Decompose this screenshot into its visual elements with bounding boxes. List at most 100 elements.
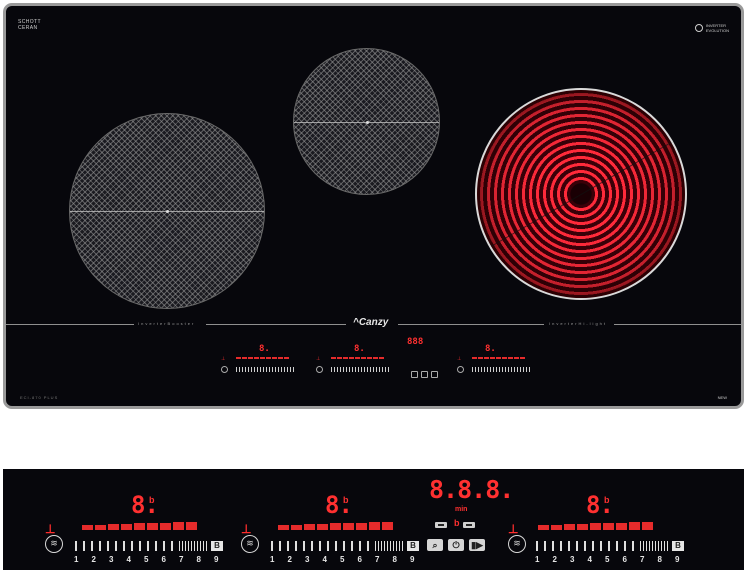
- slider-tick: [367, 541, 369, 551]
- slider-tick: [351, 541, 353, 551]
- slider-tick: [115, 541, 117, 551]
- power-scale-numbers: 1 2 3 4 5 6 7 8 9: [74, 555, 232, 564]
- burner-icon[interactable]: ≋: [241, 535, 259, 553]
- power-level-bar: [108, 524, 119, 530]
- burner-icon[interactable]: [221, 366, 228, 373]
- slider-tick: [624, 541, 626, 551]
- scale-number: 9: [410, 555, 415, 564]
- slider-tick: [99, 541, 101, 551]
- cooktop: SCHOTT CERAN INVERTER EVOLUTION Inverter…: [3, 3, 744, 409]
- slider-tick: [287, 541, 289, 551]
- slider-tick: [600, 541, 602, 551]
- slider-tick: [536, 541, 538, 551]
- boost-box[interactable]: B: [211, 541, 223, 551]
- slider-tick: [335, 541, 337, 551]
- zone-control-1: ⊥ 8. b ≋ B 123456789: [45, 469, 245, 570]
- power-level-bar: [291, 525, 302, 530]
- slider-dense-ticks: [179, 541, 209, 551]
- scale-number: 4: [126, 555, 131, 564]
- mini-power-slider[interactable]: [331, 367, 389, 372]
- scale-number: 7: [375, 555, 380, 564]
- mini-power-bars: [331, 357, 384, 359]
- scale-number: 5: [144, 555, 149, 564]
- mini-power-slider[interactable]: [236, 367, 294, 372]
- scale-number: 2: [552, 555, 557, 564]
- search-icon[interactable]: [411, 371, 418, 378]
- power-button[interactable]: ⏻: [448, 539, 464, 551]
- scale-number: 2: [91, 555, 96, 564]
- power-slider[interactable]: B: [271, 541, 419, 551]
- scale-number: 8: [392, 555, 397, 564]
- timer-plus-button[interactable]: [463, 522, 475, 528]
- pause-button[interactable]: ▮▶: [469, 539, 485, 551]
- control-panel-closeup: ⊥ 8. b ≋ B 123456789 ⊥ 8. b ≋ B 12345678…: [3, 469, 744, 570]
- power-level-bar: [121, 524, 132, 530]
- slider-tick: [552, 541, 554, 551]
- boost-box[interactable]: B: [672, 541, 684, 551]
- power-level-bar: [564, 524, 575, 530]
- boost-box[interactable]: B: [407, 541, 419, 551]
- power-level-bar: [134, 523, 145, 530]
- slider-tick: [319, 541, 321, 551]
- power-level-bar: [577, 524, 588, 530]
- burner-icon[interactable]: [316, 366, 323, 373]
- child-lock-icon[interactable]: ⊥: [241, 522, 251, 536]
- slider-dense-ticks: [375, 541, 405, 551]
- power-level-bars: [278, 522, 393, 530]
- burner-icon[interactable]: ≋: [45, 535, 63, 553]
- slider-tick: [592, 541, 594, 551]
- timer-minus-button[interactable]: [435, 522, 447, 528]
- left-section-label: InverterBooster: [138, 321, 196, 326]
- child-lock-icon[interactable]: ⊥: [45, 522, 55, 536]
- radiant-zone-right-heating: [475, 88, 687, 300]
- slider-tick: [75, 541, 77, 551]
- power-level-bar: [343, 523, 354, 530]
- slider-tick: [131, 541, 133, 551]
- power-slider[interactable]: B: [536, 541, 684, 551]
- induction-zone-left: [69, 113, 265, 309]
- scale-number: 9: [675, 555, 680, 564]
- slider-tick: [279, 541, 281, 551]
- canzy-logo: ^Canzy: [353, 317, 389, 328]
- power-slider[interactable]: B: [75, 541, 223, 551]
- pause-play-icon[interactable]: [431, 371, 438, 378]
- scale-number: 3: [305, 555, 310, 564]
- power-level-bar: [317, 524, 328, 530]
- search-icon: ⌕: [432, 540, 438, 550]
- search-button[interactable]: ⌕: [427, 539, 443, 551]
- slider-tick: [568, 541, 570, 551]
- slider-tick: [584, 541, 586, 551]
- power-level-bar: [160, 523, 171, 530]
- slider-tick: [163, 541, 165, 551]
- slider-tick: [107, 541, 109, 551]
- child-lock-icon[interactable]: ⊥: [508, 522, 518, 536]
- zone-center-dot: [166, 210, 169, 213]
- scale-number: 6: [622, 555, 627, 564]
- scale-number: 1: [535, 555, 540, 564]
- slider-tick: [359, 541, 361, 551]
- schott-ceran-logo: SCHOTT CERAN: [18, 19, 41, 31]
- mini-power-slider[interactable]: [472, 367, 530, 372]
- slider-tick: [147, 541, 149, 551]
- induction-zone-middle: [293, 48, 440, 195]
- slider-tick: [139, 541, 141, 551]
- power-level-bar: [369, 522, 380, 530]
- divider-line: [6, 324, 134, 325]
- scale-number: 5: [340, 555, 345, 564]
- timer-boost-indicator: b: [454, 518, 460, 528]
- inverter-ring-icon: [694, 24, 703, 32]
- mini-power-bars: [236, 357, 289, 359]
- burner-icon[interactable]: [457, 366, 464, 373]
- lock-icon: ⊥: [316, 356, 321, 362]
- mini-zone-digit: 8.: [259, 344, 270, 354]
- slider-tick: [91, 541, 93, 551]
- inverter-evolution-logo: INVERTER EVOLUTION: [694, 23, 729, 33]
- slider-tick: [560, 541, 562, 551]
- right-section-label: InverterHi-light: [549, 321, 608, 326]
- boost-indicator: b: [149, 495, 155, 505]
- burner-icon[interactable]: ≋: [508, 535, 526, 553]
- power-level-bars: [82, 522, 197, 530]
- slider-tick: [171, 541, 173, 551]
- power-icon[interactable]: [421, 371, 428, 378]
- slider-tick: [544, 541, 546, 551]
